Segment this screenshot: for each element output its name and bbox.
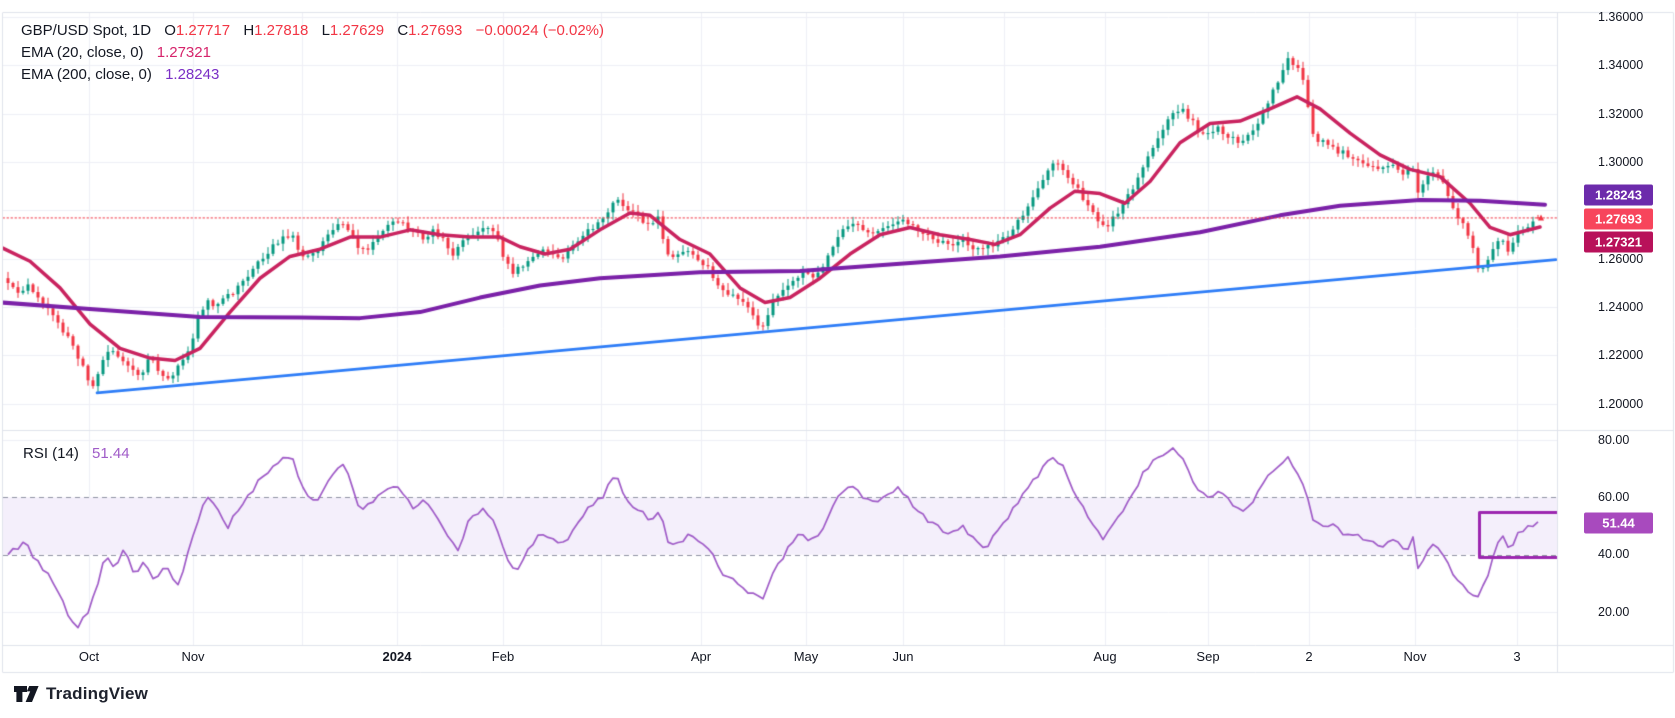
chart-widget: GBP/USD Spot, 1D O1.27717 H1.27818 L1.27…	[0, 0, 1675, 718]
chart-canvas[interactable]	[0, 0, 1675, 718]
